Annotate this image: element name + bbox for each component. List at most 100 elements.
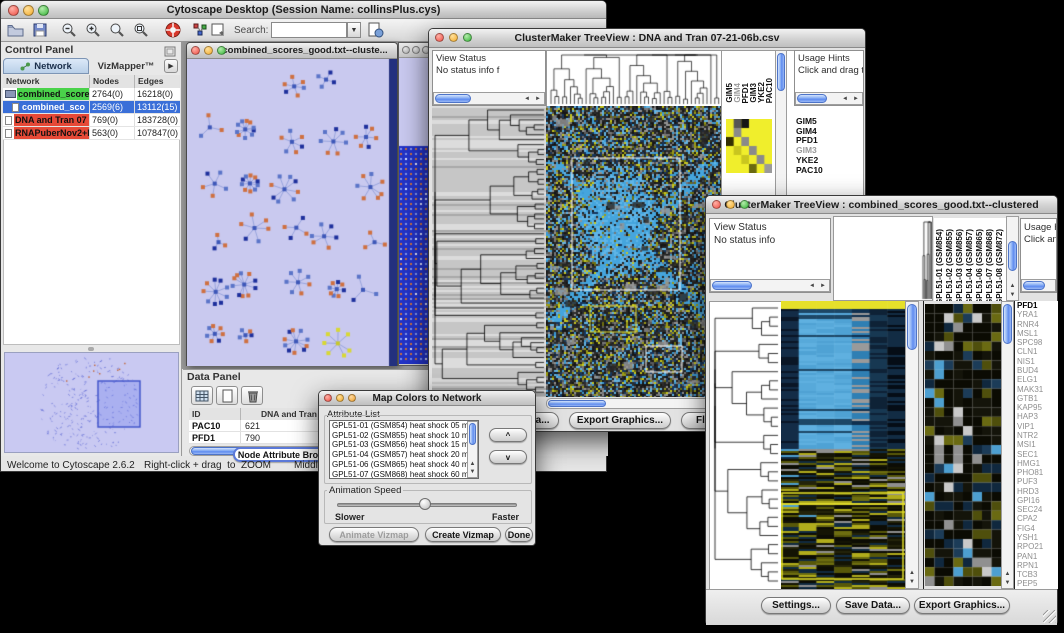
zoom-window-button[interactable] <box>217 46 226 55</box>
tab-vizmapper[interactable]: VizMapper™ <box>91 58 161 74</box>
gene-label[interactable]: MSL1 <box>1015 329 1058 338</box>
close-button[interactable] <box>435 33 444 42</box>
zoom-window-button[interactable] <box>38 5 49 16</box>
gene-label[interactable]: SEC24 <box>1015 505 1058 514</box>
network-row[interactable]: combined_sco2569(6)13112(15) <box>3 101 180 114</box>
gene-label[interactable]: TCB3 <box>1015 570 1058 579</box>
scroll-left-icon[interactable]: ◄ <box>807 282 817 290</box>
scrollbar-thumb[interactable] <box>469 423 476 445</box>
column-dendrogram-canvas[interactable] <box>834 217 932 300</box>
gene-label[interactable]: CLN1 <box>1015 347 1058 356</box>
gene-label[interactable]: PUF3 <box>1015 477 1058 486</box>
move-up-button[interactable]: ^ <box>489 428 527 442</box>
scrollbar-thumb[interactable] <box>1008 241 1017 271</box>
gene-label[interactable]: SEC1 <box>1015 450 1058 459</box>
zoom-vscrollbar[interactable]: ▲ ▼ <box>1001 301 1014 589</box>
network-row[interactable]: combined_scores2764(0)16218(0) <box>3 88 180 101</box>
heatmap-vscrollbar[interactable]: ▲ ▼ <box>905 301 919 589</box>
help-lifering-icon[interactable] <box>164 21 182 44</box>
tab-network[interactable]: Network <box>3 58 89 74</box>
vizmapper-icon[interactable] <box>192 22 208 43</box>
heatmap-hscrollbar[interactable] <box>546 398 721 409</box>
close-button[interactable] <box>402 46 410 54</box>
gene-label[interactable]: PAN1 <box>1015 552 1058 561</box>
zoom-window-button[interactable] <box>463 33 472 42</box>
scroll-right-icon[interactable]: ► <box>818 282 828 290</box>
scroll-right-icon[interactable]: ► <box>851 95 861 103</box>
scroll-down-icon[interactable]: ▼ <box>1002 579 1013 587</box>
resize-grip[interactable] <box>1043 610 1056 623</box>
scrollbar-thumb[interactable] <box>777 53 785 91</box>
gene-label[interactable]: MAK31 <box>1015 385 1058 394</box>
scrollbar-thumb[interactable] <box>1023 281 1045 290</box>
row-dendrogram[interactable] <box>709 301 783 591</box>
gene-label[interactable]: FIG4 <box>1015 524 1058 533</box>
view-status-hscrollbar[interactable]: ◄ ► <box>433 92 545 105</box>
row-dendrogram[interactable] <box>432 106 546 397</box>
main-titlebar[interactable]: Cytoscape Desktop (Session Name: collins… <box>1 1 606 19</box>
heatmap-zoom[interactable] <box>925 304 1001 586</box>
background-window-titlebar[interactable] <box>399 43 428 58</box>
scroll-left-icon[interactable]: ◄ <box>840 95 850 103</box>
network-row[interactable]: RNAPuberNov2+I563(0)107847(0) <box>3 127 180 140</box>
scroll-down-icon[interactable]: ▼ <box>468 468 477 476</box>
scroll-down-icon[interactable]: ▼ <box>906 578 918 586</box>
attribute-item[interactable]: GPL51-04 (GSM857) heat shock 20 min <box>330 450 468 460</box>
close-button[interactable] <box>712 200 721 209</box>
new-attribute-button[interactable] <box>216 386 238 405</box>
gene-label[interactable]: PHO81 <box>1015 468 1058 477</box>
col-edges[interactable]: Edges <box>135 75 180 88</box>
col-network[interactable]: Network <box>3 75 90 88</box>
usage-hscrollbar[interactable] <box>1021 279 1056 292</box>
scrollbar-thumb[interactable] <box>548 400 606 407</box>
scroll-right-icon[interactable]: ► <box>533 95 543 103</box>
search-input[interactable] <box>271 22 347 38</box>
tab-overflow-button[interactable]: ▶ <box>164 59 178 73</box>
gene-label[interactable]: VIP1 <box>1015 422 1058 431</box>
zoom-selected-icon[interactable] <box>133 22 149 43</box>
view-status-hscrollbar[interactable]: ◄ ► <box>710 279 830 292</box>
scroll-up-icon[interactable]: ▲ <box>906 569 918 577</box>
scrollbar-thumb[interactable] <box>797 94 827 103</box>
animate-vizmap-button[interactable]: Animate Vizmap <box>329 527 419 542</box>
scroll-up-icon[interactable]: ▲ <box>468 460 477 468</box>
network-row[interactable]: DNA and Tran 07769(0)183728(0) <box>3 114 180 127</box>
annotation-icon[interactable] <box>210 22 227 43</box>
attribute-table-button[interactable] <box>191 386 213 405</box>
search-dropdown-button[interactable]: ▼ <box>347 22 361 38</box>
col-nodes[interactable]: Nodes <box>90 75 135 88</box>
attribute-list[interactable]: GPL51-01 (GSM854) heat shock 05 minGPL51… <box>329 420 479 479</box>
close-button[interactable] <box>191 46 200 55</box>
zoom-in-icon[interactable] <box>85 22 101 43</box>
attribute-item[interactable]: GPL51-03 (GSM856) heat shock 15 min <box>330 440 468 450</box>
open-folder-icon[interactable] <box>7 22 24 43</box>
minimize-button[interactable] <box>449 33 458 42</box>
network-canvas[interactable] <box>187 59 397 366</box>
minimize-button[interactable] <box>336 394 344 402</box>
heatmap-global[interactable] <box>546 106 721 397</box>
gene-label[interactable]: HMG1 <box>1015 459 1058 468</box>
column-dendrogram-area[interactable] <box>833 216 933 301</box>
attribute-item[interactable]: GPL51-02 (GSM855) heat shock 10 min <box>330 431 468 441</box>
header-vscrollbar[interactable]: ▲ ▼ <box>1006 216 1019 301</box>
scrollbar-thumb[interactable] <box>1003 304 1012 344</box>
close-button[interactable] <box>8 5 19 16</box>
settings-button[interactable]: Settings... <box>761 597 831 614</box>
export-graphics-button[interactable]: Export Graphics... <box>914 597 1010 614</box>
background-network-window[interactable] <box>398 42 429 366</box>
scroll-left-icon[interactable]: ◄ <box>522 95 532 103</box>
gene-label[interactable]: YSH1 <box>1015 533 1058 542</box>
create-vizmap-button[interactable]: Create Vizmap <box>425 527 501 542</box>
scroll-up-icon[interactable]: ▲ <box>1002 570 1013 578</box>
column-dendrogram[interactable] <box>546 50 723 108</box>
gene-label[interactable]: PFD1 <box>1015 301 1058 310</box>
delete-attribute-trash-icon[interactable] <box>241 386 263 405</box>
gene-label[interactable]: HRD3 <box>1015 487 1058 496</box>
scrollbar-thumb[interactable] <box>435 94 471 103</box>
network-overview-thumbnail[interactable] <box>4 352 179 453</box>
export-graphics-button[interactable]: Export Graphics... <box>569 412 671 429</box>
gene-label[interactable]: NIS1 <box>1015 357 1058 366</box>
minimize-button[interactable] <box>23 5 34 16</box>
overview-canvas[interactable] <box>5 353 178 452</box>
splitter-handle[interactable] <box>88 347 94 351</box>
